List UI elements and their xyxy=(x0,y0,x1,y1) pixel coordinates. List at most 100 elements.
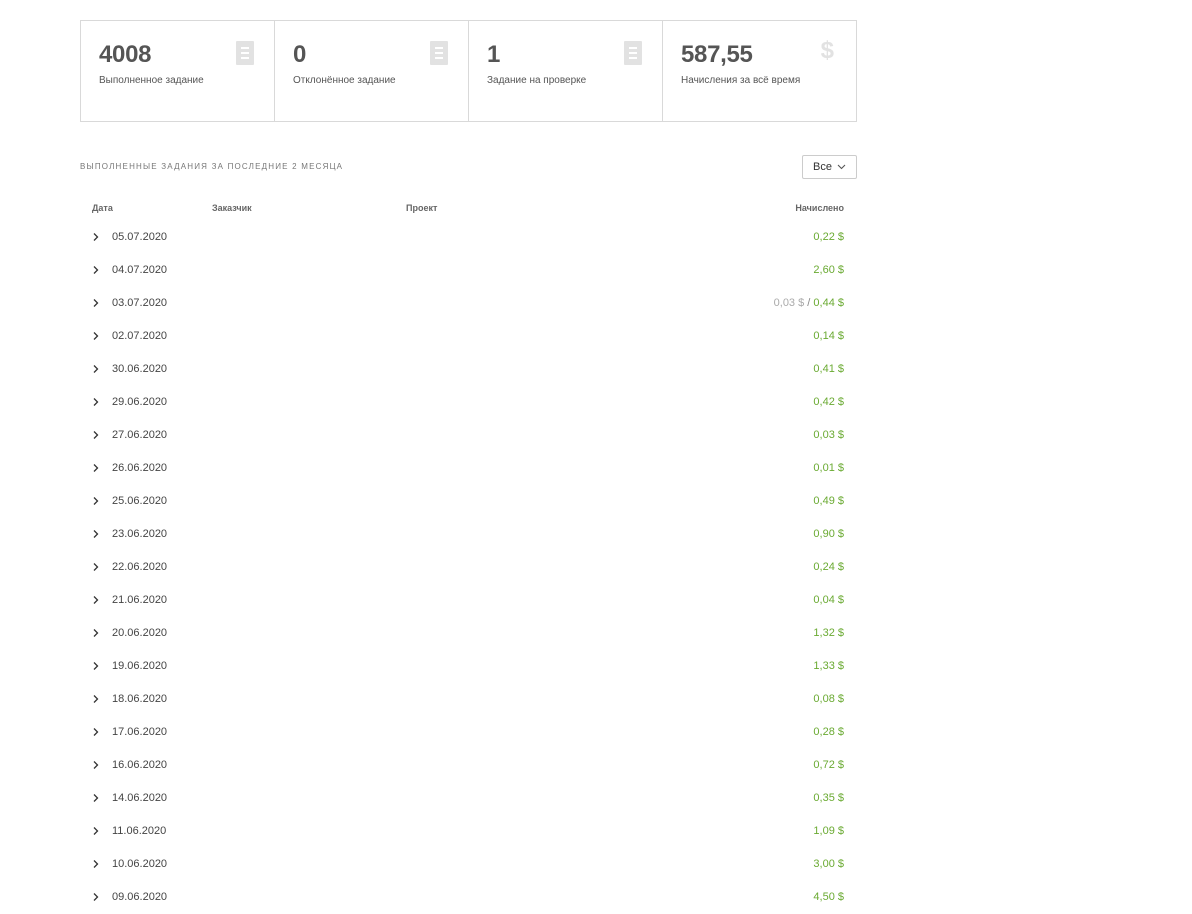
table-row[interactable]: 30.06.2020 0,41 $ xyxy=(80,353,856,386)
column-header-project[interactable]: Проект xyxy=(406,203,437,213)
table-row[interactable]: 16.06.2020 0,72 $ xyxy=(80,749,856,782)
table-row[interactable]: 20.06.2020 1,32 $ xyxy=(80,617,856,650)
table-row[interactable]: 22.06.2020 0,24 $ xyxy=(80,551,856,584)
table-row[interactable]: 02.07.2020 0,14 $ xyxy=(80,320,856,353)
stat-label: Выполненное задание xyxy=(99,75,204,86)
stat-card-review: 1 Задание на проверке xyxy=(469,21,663,121)
table-row[interactable]: 23.06.2020 0,90 $ xyxy=(80,518,856,551)
document-icon xyxy=(624,41,642,65)
stat-card-earnings: 587,55 Начисления за всё время $ xyxy=(663,21,856,121)
chevron-right-icon[interactable] xyxy=(92,331,100,341)
row-date: 22.06.2020 xyxy=(112,561,168,573)
row-amount: 2,60 $ xyxy=(813,264,844,277)
row-amount: 0,35 $ xyxy=(813,792,844,805)
row-amount-pending: 0,03 $ xyxy=(773,297,805,309)
table-row[interactable]: 27.06.2020 0,03 $ xyxy=(80,419,856,452)
table-row[interactable]: 03.07.2020 0,03 $ / 0,44 $ xyxy=(80,287,856,320)
table-row[interactable]: 29.06.2020 0,42 $ xyxy=(80,386,856,419)
row-amount-value: 0,42 $ xyxy=(813,396,844,408)
table-row[interactable]: 25.06.2020 0,49 $ xyxy=(80,485,856,518)
table-row[interactable]: 09.06.2020 4,50 $ xyxy=(80,881,856,914)
chevron-right-icon[interactable] xyxy=(92,364,100,374)
row-amount: 1,33 $ xyxy=(813,660,844,673)
row-amount-value: 0,35 $ xyxy=(813,792,844,804)
table-row[interactable]: 14.06.2020 0,35 $ xyxy=(80,782,856,815)
table-row[interactable]: 10.06.2020 3,00 $ xyxy=(80,848,856,881)
table-row[interactable]: 11.06.2020 1,09 $ xyxy=(80,815,856,848)
row-amount-value: 1,33 $ xyxy=(813,660,844,672)
row-date: 16.06.2020 xyxy=(112,759,168,771)
chevron-right-icon[interactable] xyxy=(92,727,100,737)
chevron-right-icon[interactable] xyxy=(92,562,100,572)
table-row[interactable]: 26.06.2020 0,01 $ xyxy=(80,452,856,485)
chevron-right-icon[interactable] xyxy=(92,232,100,242)
row-amount-value: 0,14 $ xyxy=(813,330,844,342)
chevron-right-icon[interactable] xyxy=(92,760,100,770)
row-date: 23.06.2020 xyxy=(112,528,168,540)
row-amount-value: 2,60 $ xyxy=(813,264,844,276)
row-amount-value: 0,44 $ xyxy=(813,297,844,309)
stat-card-completed: 4008 Выполненное задание xyxy=(81,21,275,121)
document-icon xyxy=(236,41,254,65)
filter-selected-value: Все xyxy=(813,161,832,173)
chevron-right-icon[interactable] xyxy=(92,628,100,638)
chevron-down-icon xyxy=(837,164,846,170)
chevron-right-icon[interactable] xyxy=(92,496,100,506)
chevron-right-icon[interactable] xyxy=(92,661,100,671)
row-amount: 0,42 $ xyxy=(813,396,844,409)
row-amount-value: 1,32 $ xyxy=(813,627,844,639)
stat-label: Начисления за всё время xyxy=(681,75,801,86)
row-amount: 0,72 $ xyxy=(813,759,844,772)
chevron-right-icon[interactable] xyxy=(92,595,100,605)
row-amount-value: 0,22 $ xyxy=(813,231,844,243)
table-row[interactable]: 21.06.2020 0,04 $ xyxy=(80,584,856,617)
row-date: 18.06.2020 xyxy=(112,693,168,705)
row-date: 05.07.2020 xyxy=(112,231,168,243)
table-body: 05.07.2020 0,22 $ 04.07.2020 2,60 $ 03.07.20… xyxy=(80,221,856,914)
row-date: 25.06.2020 xyxy=(112,495,168,507)
chevron-right-icon[interactable] xyxy=(92,826,100,836)
row-amount-value: 0,28 $ xyxy=(813,726,844,738)
row-amount: 0,08 $ xyxy=(813,693,844,706)
table-row[interactable]: 17.06.2020 0,28 $ xyxy=(80,716,856,749)
chevron-right-icon[interactable] xyxy=(92,793,100,803)
row-date: 26.06.2020 xyxy=(112,462,168,474)
chevron-right-icon[interactable] xyxy=(92,397,100,407)
chevron-right-icon[interactable] xyxy=(92,859,100,869)
row-amount-value: 0,03 $ xyxy=(813,429,844,441)
row-amount: 0,04 $ xyxy=(813,594,844,607)
chevron-right-icon[interactable] xyxy=(92,265,100,275)
column-header-customer[interactable]: Заказчик xyxy=(212,203,252,213)
column-header-amount[interactable]: Начислено xyxy=(795,203,844,213)
row-amount-value: 0,49 $ xyxy=(813,495,844,507)
chevron-right-icon[interactable] xyxy=(92,463,100,473)
row-amount-value: 0,90 $ xyxy=(813,528,844,540)
row-amount: 0,41 $ xyxy=(813,363,844,376)
row-date: 09.06.2020 xyxy=(112,891,168,903)
chevron-right-icon[interactable] xyxy=(92,529,100,539)
table-row[interactable]: 19.06.2020 1,33 $ xyxy=(80,650,856,683)
row-amount: 4,50 $ xyxy=(813,891,844,904)
table-row[interactable]: 18.06.2020 0,08 $ xyxy=(80,683,856,716)
row-date: 20.06.2020 xyxy=(112,627,168,639)
table-row[interactable]: 05.07.2020 0,22 $ xyxy=(80,221,856,254)
period-filter-select[interactable]: Все xyxy=(802,155,857,179)
row-date: 14.06.2020 xyxy=(112,792,168,804)
row-amount: 1,09 $ xyxy=(813,825,844,838)
row-date: 19.06.2020 xyxy=(112,660,168,672)
row-amount-value: 0,24 $ xyxy=(813,561,844,573)
chevron-right-icon[interactable] xyxy=(92,298,100,308)
chevron-right-icon[interactable] xyxy=(92,694,100,704)
chevron-right-icon[interactable] xyxy=(92,430,100,440)
row-date: 29.06.2020 xyxy=(112,396,168,408)
stat-card-rejected: 0 Отклонённое задание xyxy=(275,21,469,121)
row-amount-value: 0,41 $ xyxy=(813,363,844,375)
row-amount-value: 4,50 $ xyxy=(813,891,844,903)
stats-panel: 4008 Выполненное задание 0 Отклонённое з… xyxy=(80,20,857,122)
table-row[interactable]: 04.07.2020 2,60 $ xyxy=(80,254,856,287)
document-icon xyxy=(430,41,448,65)
chevron-right-icon[interactable] xyxy=(92,892,100,902)
row-date: 27.06.2020 xyxy=(112,429,168,441)
column-header-date[interactable]: Дата xyxy=(92,203,113,213)
row-amount-value: 1,09 $ xyxy=(813,825,844,837)
